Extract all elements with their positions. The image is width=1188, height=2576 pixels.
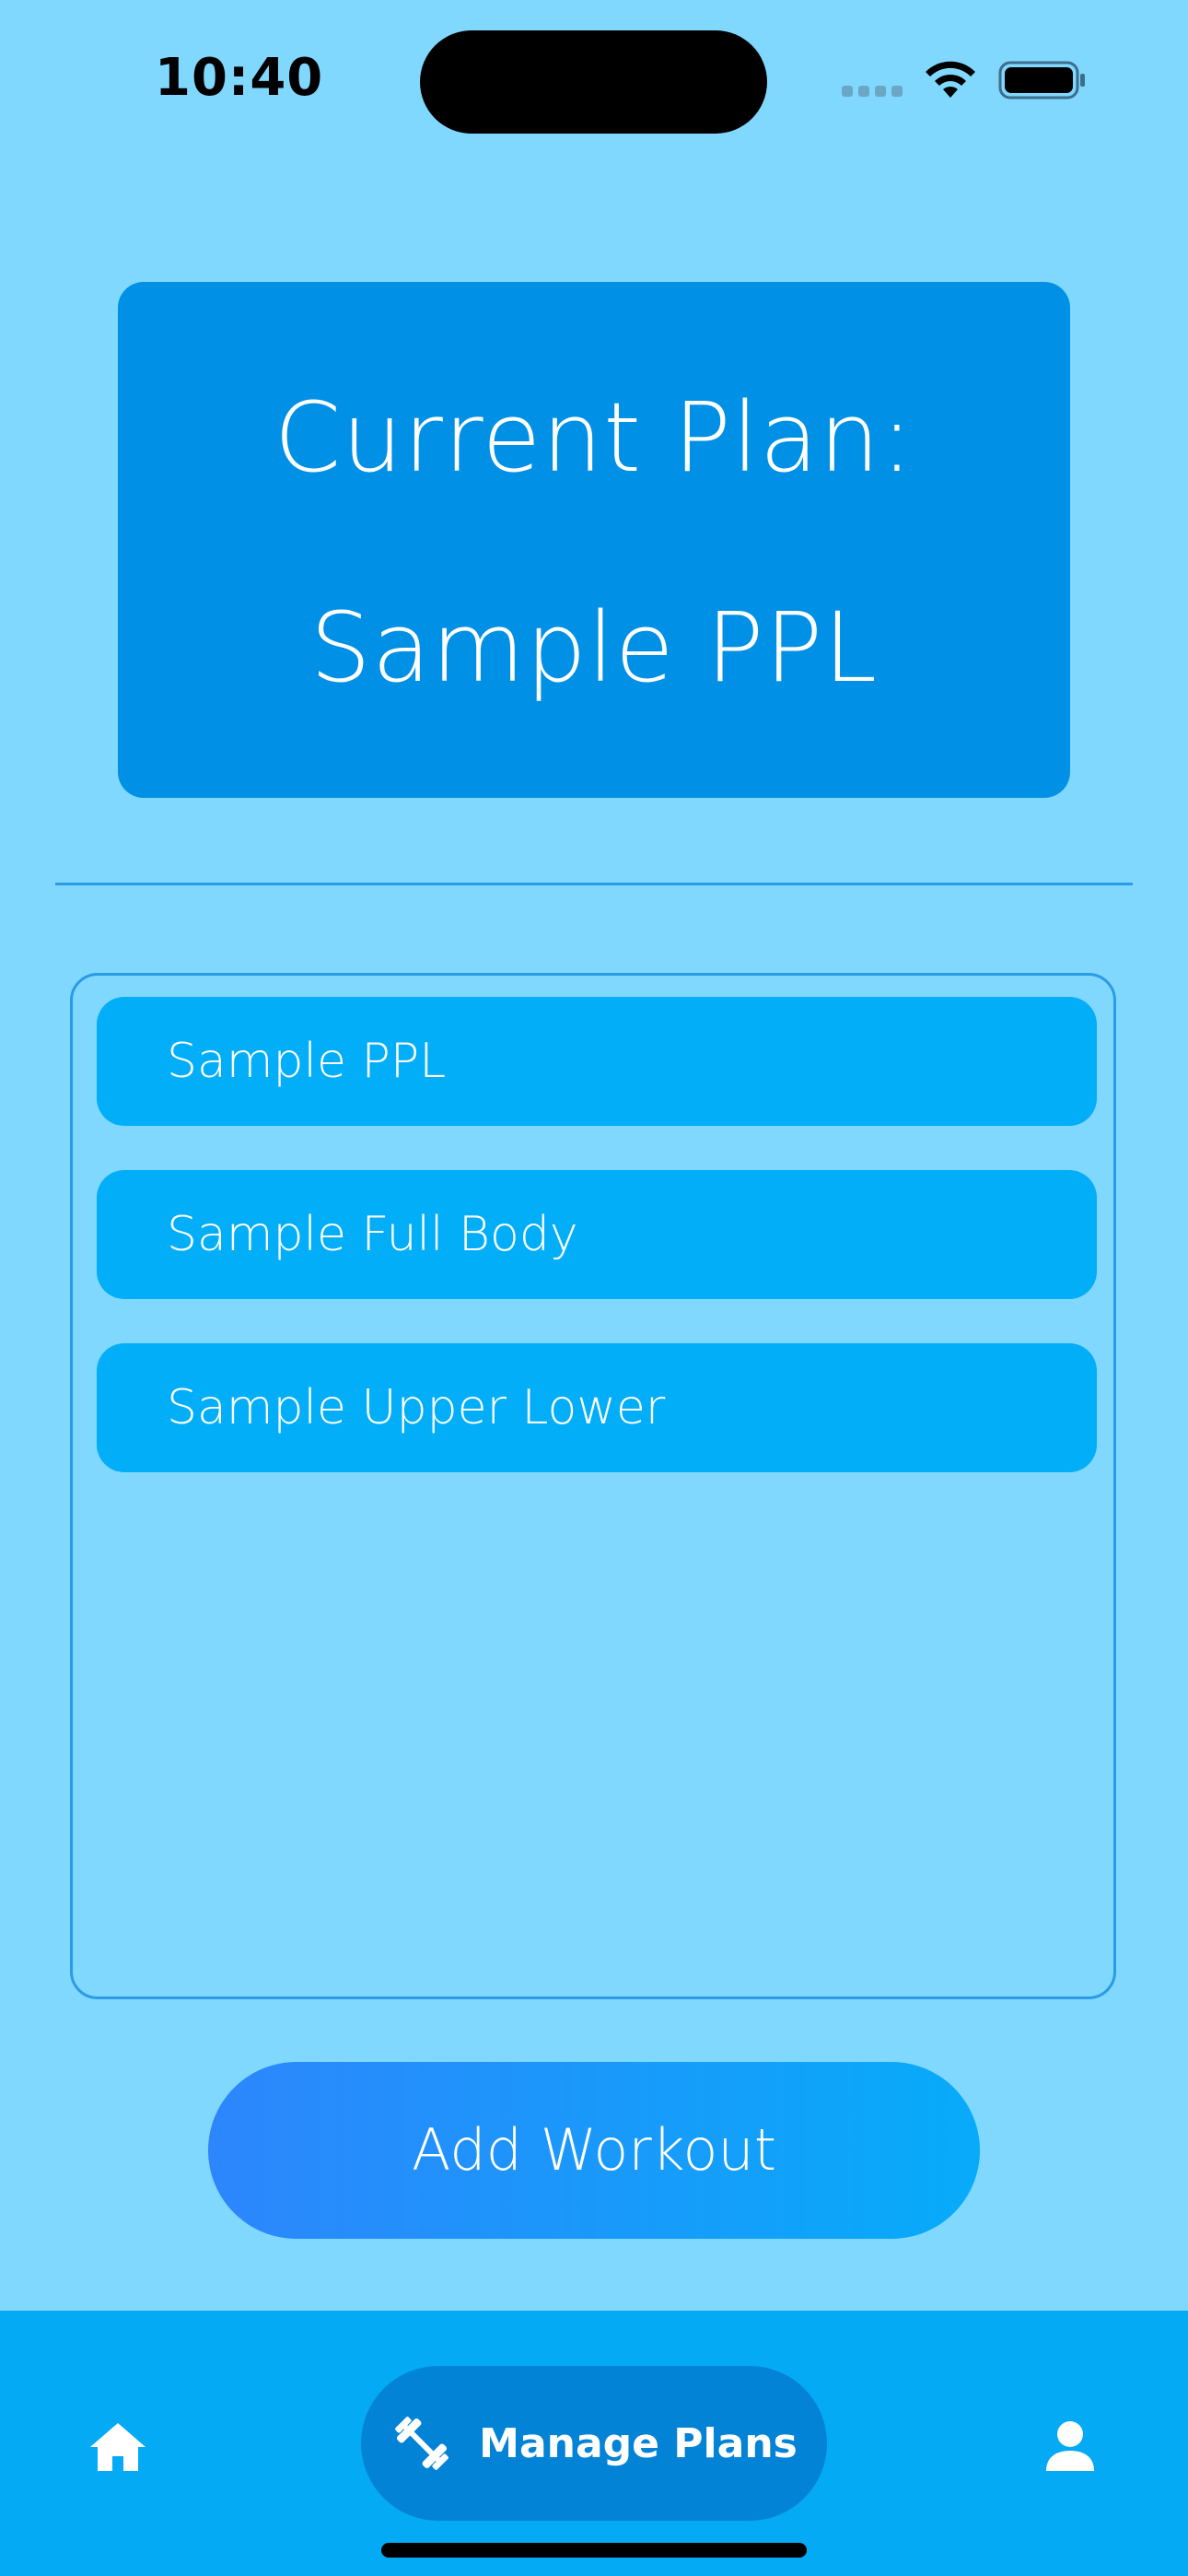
plan-item-sample-upper-lower[interactable]: Sample Upper Lower — [97, 1343, 1097, 1472]
dumbbell-icon — [395, 2417, 449, 2470]
wifi-icon — [926, 61, 975, 98]
add-workout-button[interactable]: Add Workout — [208, 2062, 980, 2239]
current-plan-heading: Current Plan: — [274, 381, 914, 494]
current-plan-card: Current Plan: Sample PPL — [118, 282, 1070, 798]
house-icon[interactable] — [88, 2418, 147, 2476]
dynamic-island — [420, 30, 767, 134]
battery-icon — [998, 61, 1085, 100]
plans-list[interactable]: Sample PPL Sample Full Body Sample Upper… — [70, 973, 1116, 1999]
status-time: 10:40 — [155, 48, 324, 108]
manage-plans-label: Manage Plans — [479, 2419, 798, 2467]
current-plan-name: Sample PPL — [309, 591, 879, 704]
cellular-signal-icon — [842, 86, 904, 97]
divider — [55, 883, 1133, 885]
plan-item-sample-ppl[interactable]: Sample PPL — [97, 997, 1097, 1126]
person-icon[interactable] — [1041, 2418, 1100, 2476]
plan-item-sample-full-body[interactable]: Sample Full Body — [97, 1170, 1097, 1299]
home-indicator — [381, 2543, 807, 2558]
manage-plans-tab[interactable]: Manage Plans — [361, 2366, 827, 2521]
